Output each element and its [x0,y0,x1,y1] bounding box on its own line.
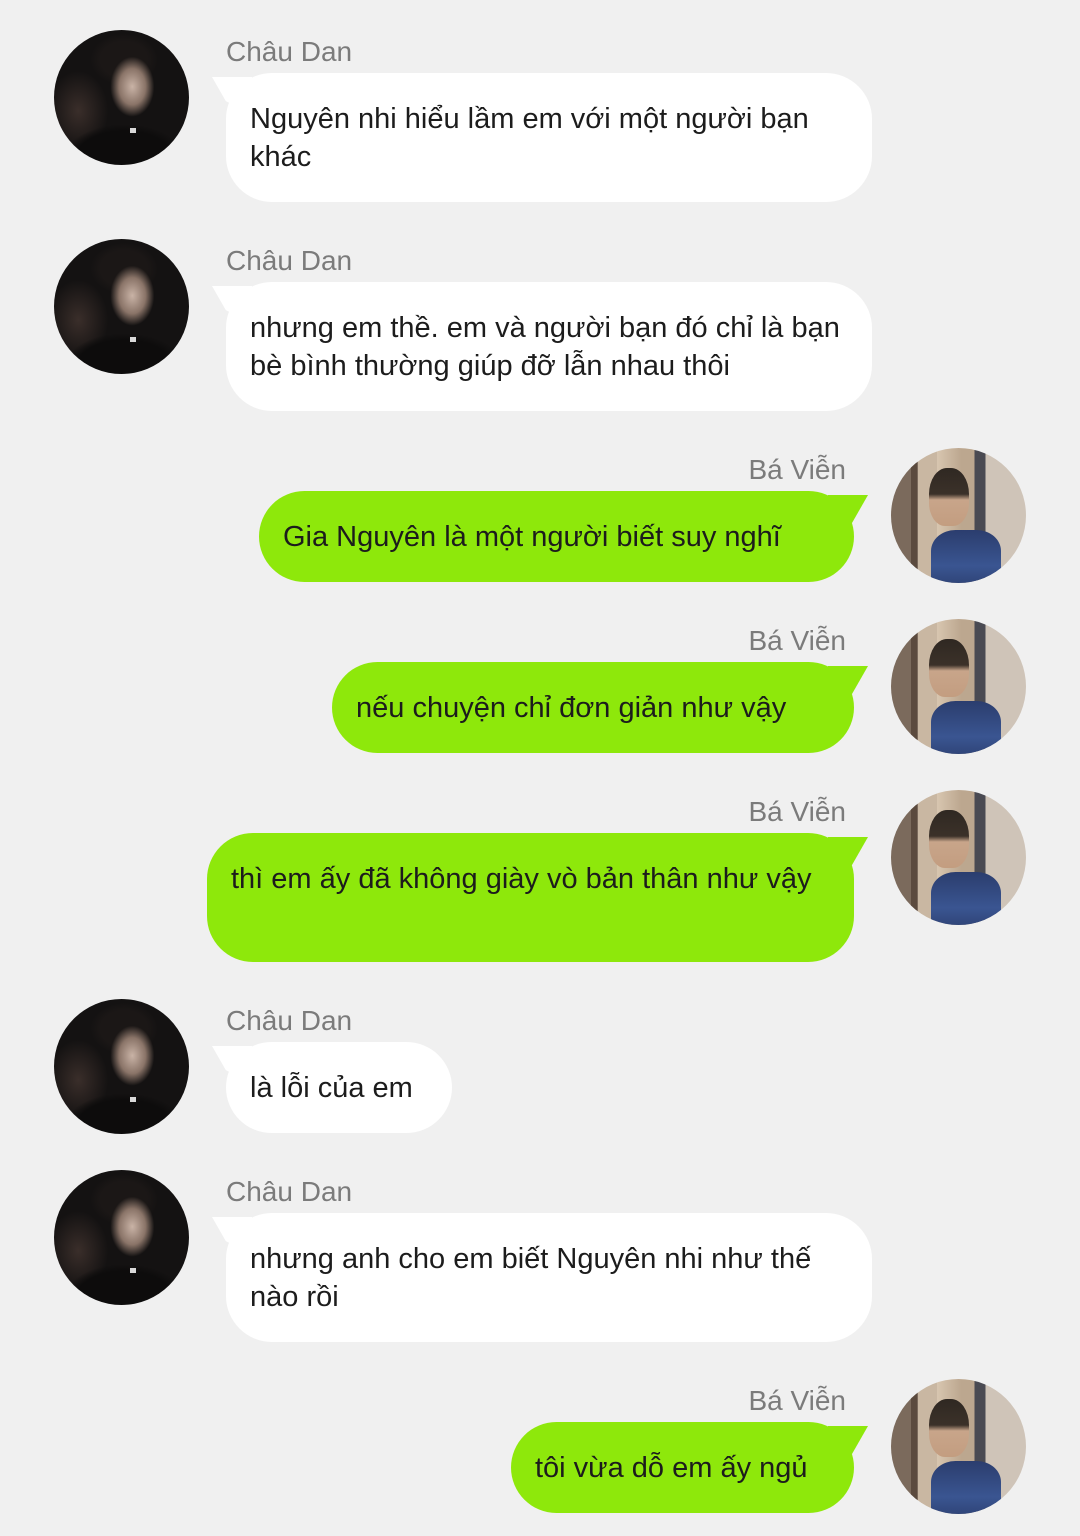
message-bubble[interactable]: thì em ấy đã không giày vò bản thân như … [207,833,854,962]
sender-name: Châu Dan [226,1176,353,1207]
sender-name: Châu Dan [226,1005,353,1036]
chau-dan-avatar[interactable] [54,30,189,165]
ba-vien-avatar[interactable] [891,1379,1026,1514]
message-bubble[interactable]: nhưng anh cho em biết Nguyên nhi như thế… [226,1213,872,1342]
message-bubble[interactable]: Gia Nguyên là một người biết suy nghĩ [259,491,854,582]
message-bubble[interactable]: nếu chuyện chỉ đơn giản như vậy [332,662,854,753]
sender-name: Bá Viễn [748,1385,846,1416]
chau-dan-avatar[interactable] [54,239,189,374]
chau-dan-avatar[interactable] [54,1170,189,1305]
ba-vien-avatar[interactable] [891,448,1026,583]
message-bubble[interactable]: là lỗi của em [226,1042,452,1133]
sender-name: Bá Viễn [748,796,846,827]
ba-vien-avatar[interactable] [891,790,1026,925]
sender-name: Bá Viễn [748,625,846,656]
sender-name: Bá Viễn [748,454,846,485]
message-bubble[interactable]: Nguyên nhi hiểu lầm em với một người bạn… [226,73,872,202]
message-bubble[interactable]: nhưng em thề. em và người bạn đó chỉ là … [226,282,872,411]
sender-name: Châu Dan [226,36,353,67]
chat-thread[interactable]: Châu Dan Nguyên nhi hiểu lầm em với một … [0,0,1080,1536]
sender-name: Châu Dan [226,245,353,276]
chau-dan-avatar[interactable] [54,999,189,1134]
message-bubble[interactable]: tôi vừa dỗ em ấy ngủ [511,1422,854,1513]
ba-vien-avatar[interactable] [891,619,1026,754]
